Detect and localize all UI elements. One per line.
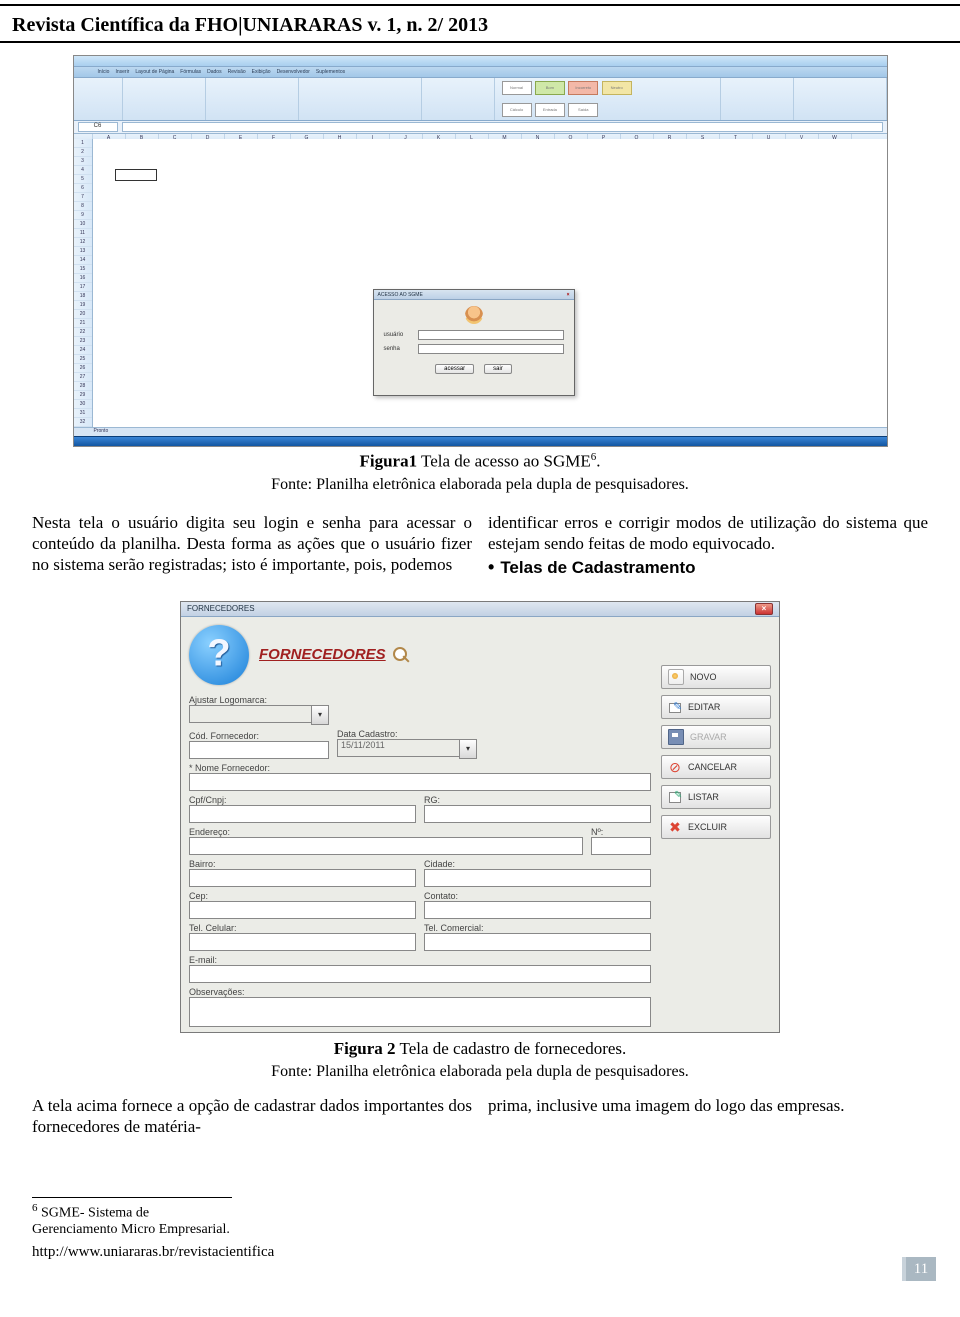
novo-button[interactable]: NOVO: [661, 665, 771, 689]
label-bairro: Bairro:: [189, 859, 416, 869]
login-dialog-title: ACESSO AO SGME: [378, 292, 423, 298]
cep-input[interactable]: [189, 901, 416, 919]
section-heading: Telas de Cadastramento: [500, 557, 695, 578]
body-left-2: A tela acima fornece a opção de cadastra…: [32, 1095, 472, 1138]
cpf-input[interactable]: [189, 805, 416, 823]
dropdown-icon[interactable]: [311, 705, 329, 725]
footer-url: http://www.uniararas.br/revistacientific…: [0, 1238, 960, 1277]
bairro-input[interactable]: [189, 869, 416, 887]
excel-ribbon: Normal Bom Incorreto Neutro Cálculo Entr…: [74, 78, 887, 121]
editar-button[interactable]: EDITAR: [661, 695, 771, 719]
label-ajustar: Ajustar Logomarca:: [189, 695, 329, 705]
edit-icon: [668, 700, 682, 714]
excel-titlebar: [74, 56, 887, 67]
body-left-1: Nesta tela o usuário digita seu login e …: [32, 512, 472, 579]
label-cidade: Cidade:: [424, 859, 651, 869]
celular-input[interactable]: [189, 933, 416, 951]
dropdown-icon[interactable]: [459, 739, 477, 759]
logomarca-input[interactable]: [189, 705, 311, 723]
comercial-input[interactable]: [424, 933, 651, 951]
figure2-source: Fonte: Planilha eletrônica elaborada pel…: [0, 1063, 960, 1081]
rg-input[interactable]: [424, 805, 651, 823]
search-icon[interactable]: [392, 646, 410, 664]
label-celular: Tel. Celular:: [189, 923, 416, 933]
cancel-icon: [668, 760, 682, 774]
obs-input[interactable]: [189, 997, 651, 1027]
label-contato: Contato:: [424, 891, 651, 901]
page-number: 11: [906, 1257, 936, 1281]
access-button[interactable]: acessar: [435, 364, 474, 374]
label-rg: RG:: [424, 795, 651, 805]
label-obs: Observações:: [189, 987, 651, 997]
windows-taskbar: [74, 436, 887, 446]
figure1-caption: Figura1 Tela de acesso ao SGME6.: [0, 451, 960, 472]
datacad-input[interactable]: 15/11/2011: [337, 739, 459, 757]
label-comercial: Tel. Comercial:: [424, 923, 651, 933]
exit-button[interactable]: sair: [484, 364, 512, 374]
footnote: 6 SGME- Sistema de Gerenciamento Micro E…: [32, 1197, 232, 1238]
excluir-button[interactable]: EXCLUIR: [661, 815, 771, 839]
close-icon[interactable]: ×: [567, 292, 570, 298]
save-icon: [668, 729, 684, 745]
num-input[interactable]: [591, 837, 651, 855]
close-icon[interactable]: ×: [755, 603, 773, 615]
excel-tabs: InícioInserirLayout de Página FórmulasDa…: [74, 67, 887, 78]
password-label: senha: [384, 346, 414, 352]
body-right-1: identificar erros e corrigir modos de ut…: [488, 512, 928, 555]
contato-input[interactable]: [424, 901, 651, 919]
globe-icon: [189, 625, 249, 685]
label-email: E-mail:: [189, 955, 651, 965]
label-num: Nº:: [591, 827, 651, 837]
window-title: FORNECEDORES: [187, 604, 255, 613]
cancelar-button[interactable]: CANCELAR: [661, 755, 771, 779]
form-title: FORNECEDORES: [259, 646, 386, 663]
username-label: usuário: [384, 332, 414, 338]
body-right-2: prima, inclusive uma imagem do logo das …: [488, 1095, 928, 1138]
new-icon: [668, 669, 684, 685]
figure-2: FORNECEDORES × FORNECEDORES Ajustar Logo…: [180, 601, 780, 1033]
figure-1: InícioInserirLayout de Página FórmulasDa…: [73, 55, 888, 447]
journal-header: Revista Científica da FHO|UNIARARAS v. 1…: [0, 6, 960, 39]
gravar-button[interactable]: GRAVAR: [661, 725, 771, 749]
label-endereco: Endereço:: [189, 827, 583, 837]
figure2-caption: Figura 2 Tela de cadastro de fornecedore…: [0, 1039, 960, 1059]
label-cpf: Cpf/Cnpj:: [189, 795, 416, 805]
endereco-input[interactable]: [189, 837, 583, 855]
figure1-source: Fonte: Planilha eletrônica elaborada pel…: [0, 476, 960, 494]
email-input[interactable]: [189, 965, 651, 983]
row-headers: 12345678910 11121314151617181920 2122232…: [74, 139, 93, 428]
password-input[interactable]: [418, 344, 564, 354]
selected-cell[interactable]: [115, 169, 157, 181]
label-nome: * Nome Fornecedor:: [189, 763, 651, 773]
label-cod: Cód. Fornecedor:: [189, 731, 329, 741]
login-dialog: ACESSO AO SGME × usuário senha: [373, 289, 575, 396]
listar-button[interactable]: LISTAR: [661, 785, 771, 809]
username-input[interactable]: [418, 330, 564, 340]
label-datacad: Data Cadastro:: [337, 729, 477, 739]
name-box[interactable]: C6: [78, 122, 118, 132]
cidade-input[interactable]: [424, 869, 651, 887]
cod-input[interactable]: [189, 741, 329, 759]
formula-bar[interactable]: [122, 122, 883, 132]
nome-input[interactable]: [189, 773, 651, 791]
label-cep: Cep:: [189, 891, 416, 901]
user-icon: [465, 306, 483, 324]
delete-icon: [668, 820, 682, 834]
list-icon: [668, 790, 682, 804]
